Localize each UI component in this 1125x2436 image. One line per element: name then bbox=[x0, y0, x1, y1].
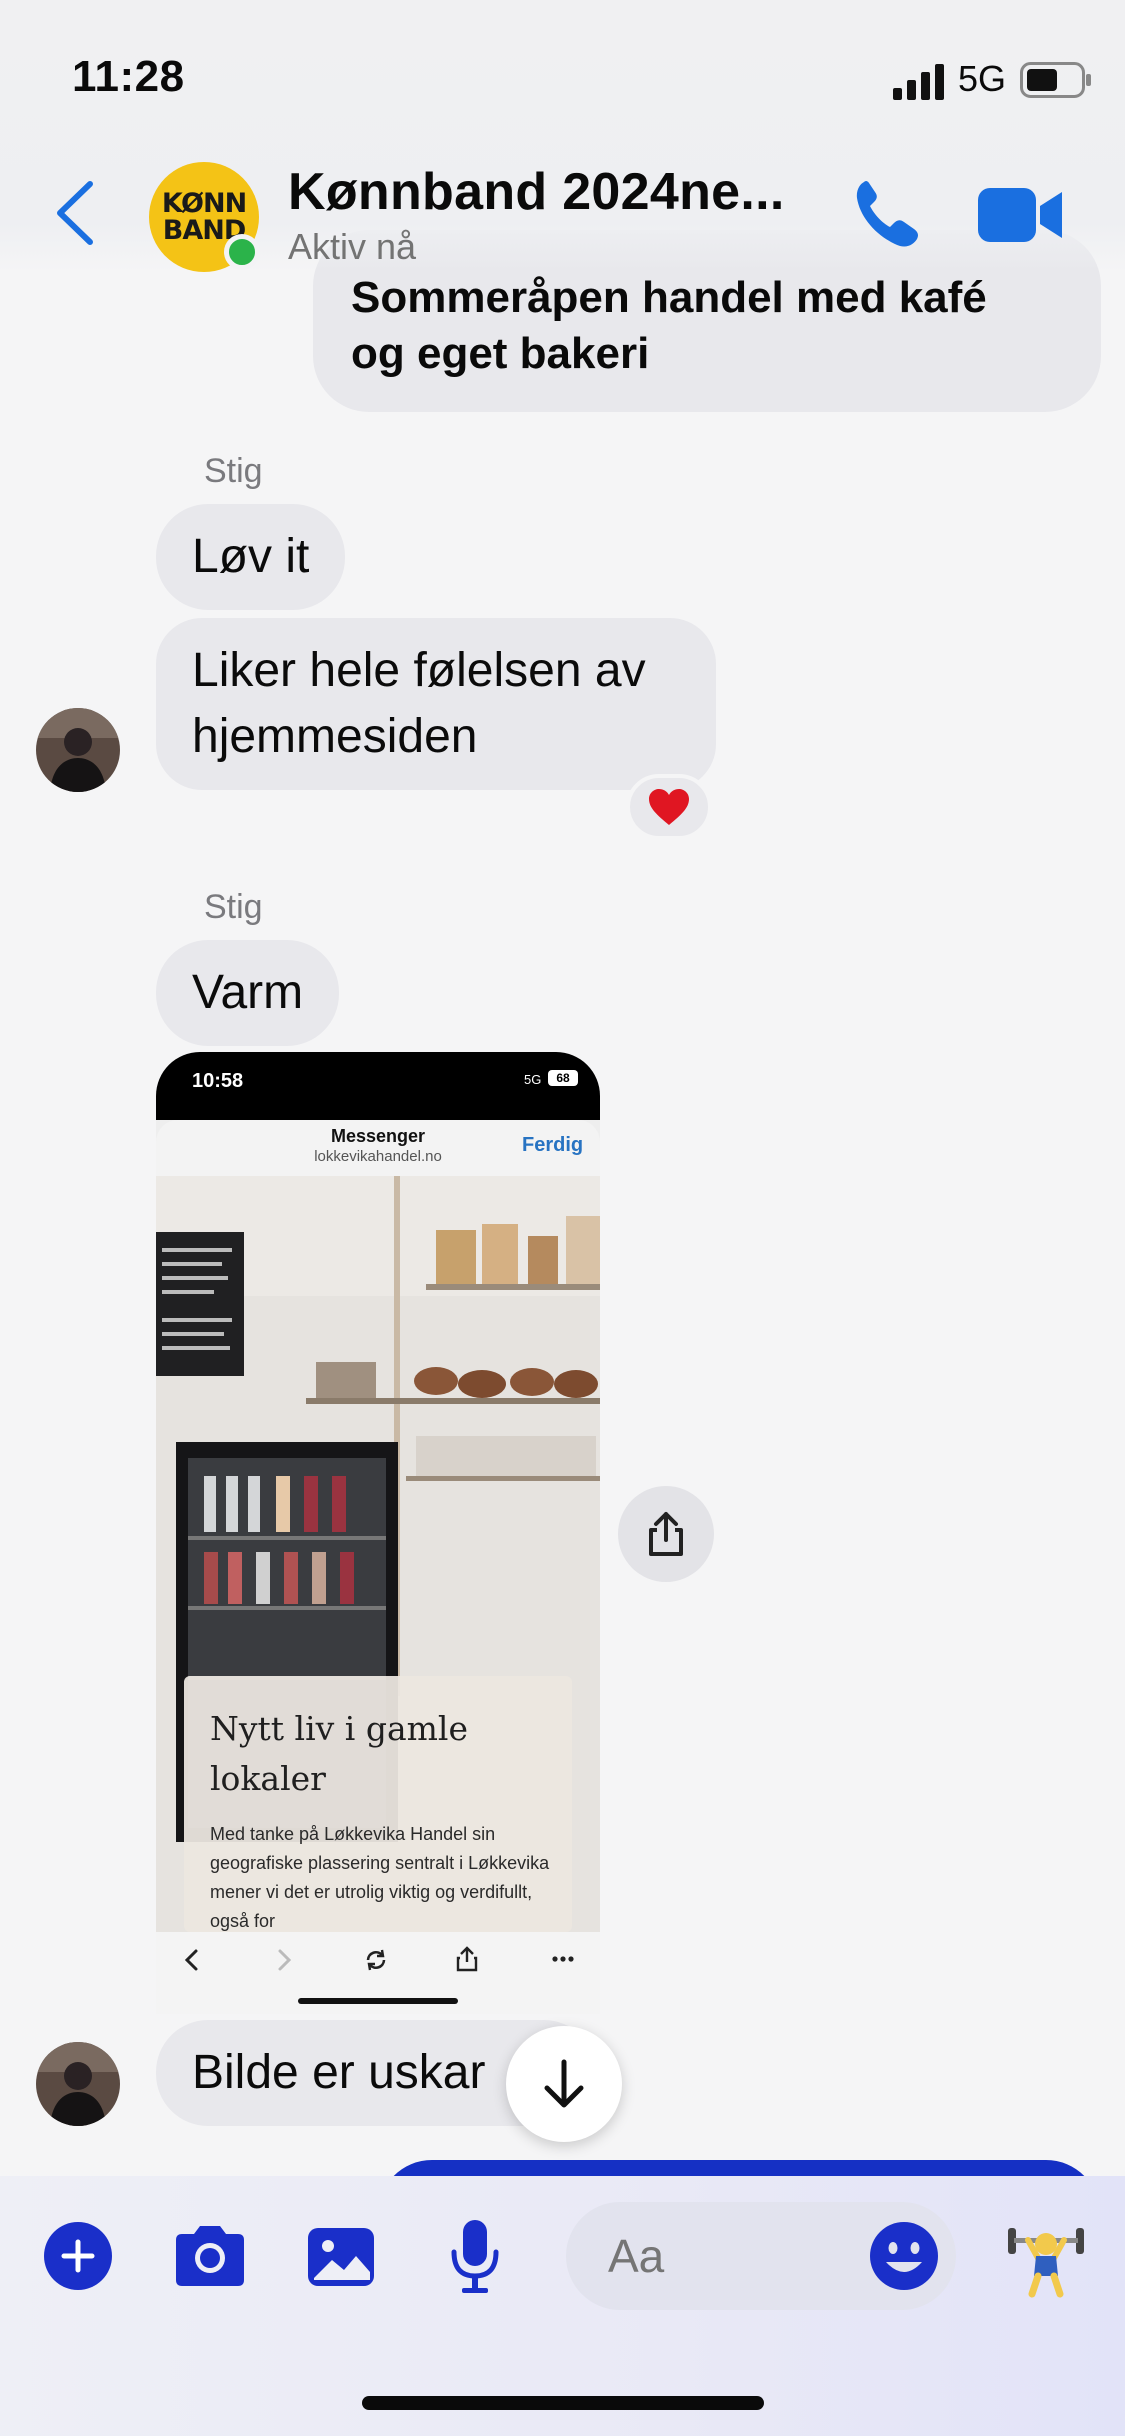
outgoing-message-line-1: Sommeråpen handel med kafé bbox=[351, 273, 987, 322]
arrow-down-icon bbox=[544, 2059, 584, 2108]
microphone-icon[interactable] bbox=[448, 2214, 502, 2300]
online-indicator bbox=[224, 234, 260, 270]
chat-active-status: Aktiv nå bbox=[288, 226, 417, 267]
camera-icon[interactable] bbox=[172, 2214, 248, 2300]
more-icon bbox=[552, 1956, 574, 1962]
home-indicator bbox=[362, 2396, 764, 2410]
attachment-body-text: Med tanke på Løkkevika Handel sin geogra… bbox=[210, 1824, 550, 1931]
battery-icon bbox=[1020, 62, 1091, 98]
incoming-message-bubble[interactable]: Liker hele følelsen av hjemmesiden bbox=[156, 618, 716, 790]
attachment-headline: Nytt liv i gamle lokaler bbox=[210, 1709, 468, 1798]
heart-reaction[interactable] bbox=[626, 774, 712, 840]
attachment-home-indicator bbox=[298, 1998, 458, 2004]
heart-icon bbox=[649, 789, 689, 825]
share-small-icon bbox=[456, 1946, 478, 1972]
back-chevron-icon[interactable] bbox=[52, 180, 96, 246]
avatar[interactable] bbox=[36, 708, 120, 792]
sender-name: Stig bbox=[204, 452, 263, 490]
attachment-time: 10:58 bbox=[192, 1070, 244, 1092]
signal-icon bbox=[893, 64, 944, 100]
attachment-done-label: Ferdig bbox=[522, 1134, 584, 1156]
incoming-message-bubble[interactable]: Varm bbox=[156, 940, 340, 1046]
chevron-right-icon bbox=[278, 1949, 292, 1971]
outgoing-message-line-2: og eget bakeri bbox=[351, 329, 650, 378]
attachment-battery: 68 bbox=[548, 1070, 578, 1086]
chevron-left-icon bbox=[184, 1949, 198, 1971]
chat-title[interactable]: Kønnband 2024ne... bbox=[288, 162, 785, 222]
share-button[interactable] bbox=[618, 1486, 714, 1582]
gallery-icon[interactable] bbox=[306, 2214, 376, 2300]
status-time: 11:28 bbox=[72, 52, 185, 101]
scroll-to-bottom-button[interactable] bbox=[506, 2026, 622, 2142]
network-label: 5G bbox=[958, 58, 1007, 99]
share-icon bbox=[649, 1512, 683, 1556]
attachment-network: 5G bbox=[524, 1072, 542, 1087]
sender-name: Stig bbox=[204, 888, 263, 926]
add-button[interactable] bbox=[44, 2222, 112, 2290]
emoji-icon[interactable] bbox=[868, 2220, 940, 2292]
plus-icon bbox=[61, 2239, 95, 2273]
reload-icon bbox=[366, 1949, 386, 1971]
avatar[interactable] bbox=[36, 2042, 120, 2126]
incoming-message-bubble[interactable]: Løv it bbox=[156, 504, 346, 610]
weightlifter-emoji-icon[interactable] bbox=[1006, 2214, 1086, 2298]
avatar-text-top: KØNN bbox=[161, 188, 247, 219]
phone-icon[interactable] bbox=[852, 176, 922, 252]
video-camera-icon[interactable] bbox=[978, 186, 1062, 244]
image-attachment[interactable]: 10:58 5G 68 Messenger lokkevikahandel.no… bbox=[156, 1052, 600, 2014]
